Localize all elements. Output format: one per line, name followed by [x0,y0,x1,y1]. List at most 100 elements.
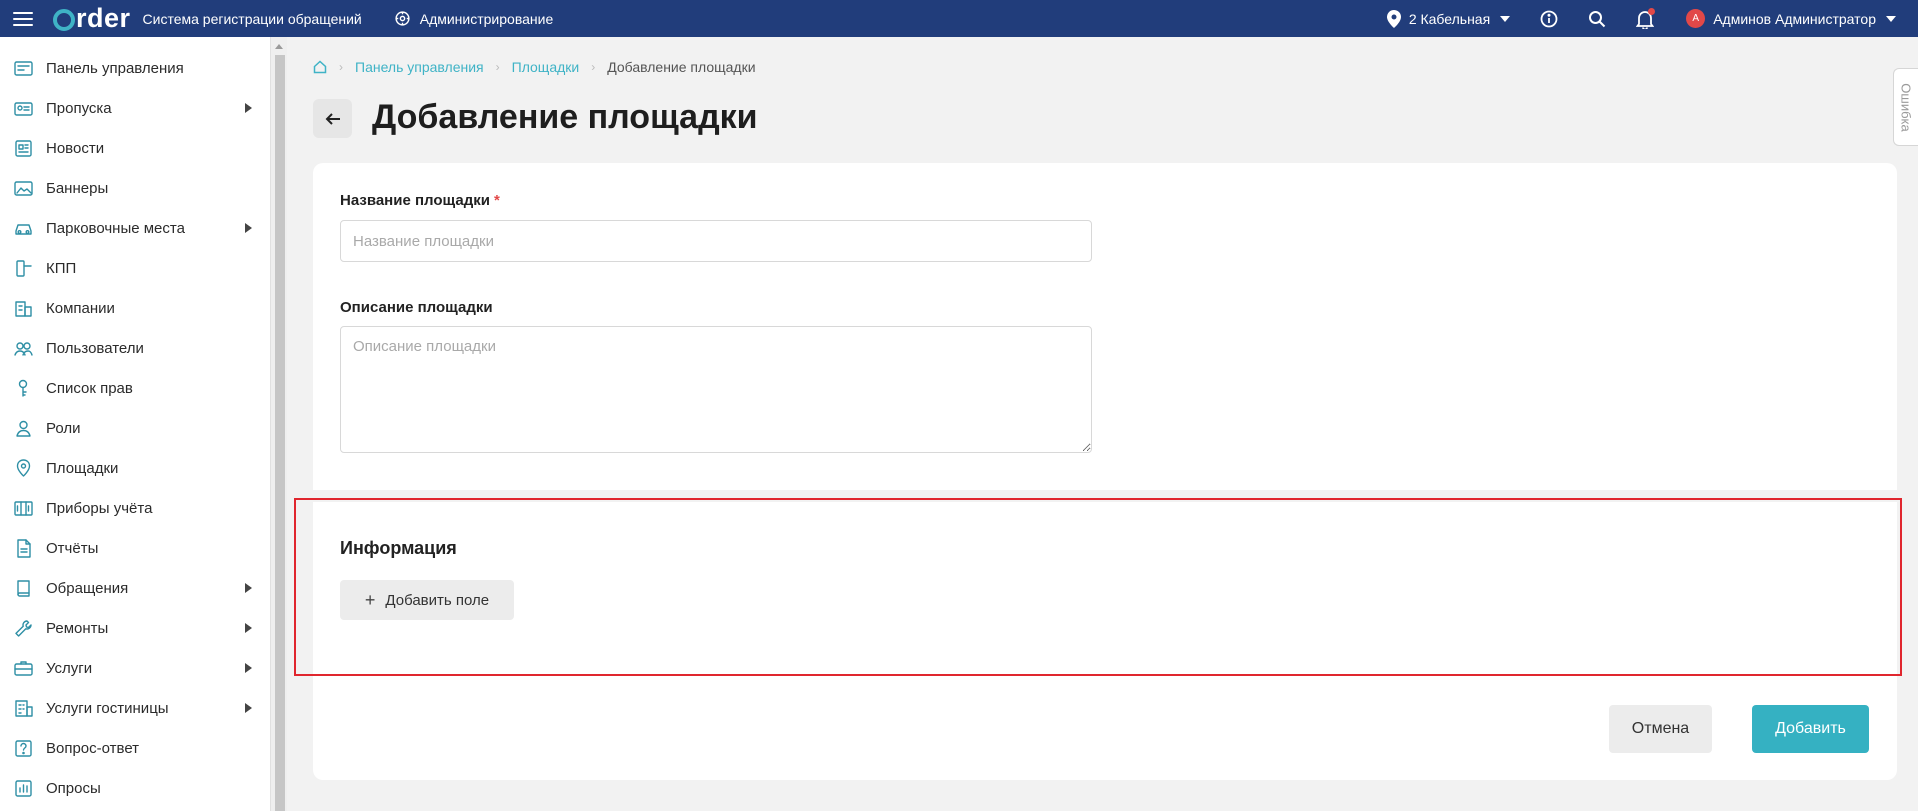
sidebar-item[interactable]: Список прав [0,368,270,408]
sidebar-item[interactable]: Баннеры [0,168,270,208]
image-icon [12,177,34,199]
user-name: Админов Администратор [1713,10,1876,27]
sidebar-item-label: Ремонты [46,619,109,637]
chevron-right-icon [245,623,252,633]
dashboard-icon [12,57,34,79]
sidebar-item[interactable]: Компании [0,288,270,328]
sidebar-item[interactable]: Роли [0,408,270,448]
page-title: Добавление площадки [372,98,758,136]
notification-dot [1648,7,1656,15]
sidebar: Панель управления Пропуска Новости Баннеры П… [0,37,271,811]
sidebar-item-label: Услуги гостиницы [46,699,169,717]
sidebar-item-label: Роли [46,419,81,437]
chevron-down-icon [1500,15,1511,22]
logo-mark [53,8,75,31]
arrow-left-icon [325,112,340,125]
breadcrumb-separator: › [495,60,500,74]
notifications-bell-icon[interactable] [1634,7,1656,30]
breadcrumb-separator: › [339,60,343,74]
location-selector[interactable]: 2 Кабельная [1386,9,1511,28]
sidebar-item-label: Список прав [46,379,133,397]
breadcrumb-link-sites[interactable]: Площадки [512,59,580,75]
breadcrumb: › Панель управления › Площадки › Добавле… [313,59,756,75]
briefcase-icon [12,657,34,679]
scrollbar-thumb[interactable] [275,55,285,811]
sidebar-item[interactable]: Пропуска [0,88,270,128]
logo-text: rder [76,3,131,33]
car-icon [12,217,34,239]
wrench-icon [12,617,34,639]
hotel-icon [12,697,34,719]
section-divider [313,490,1897,502]
location-label: 2 Кабельная [1408,10,1491,27]
sidebar-item[interactable]: Площадки [0,448,270,488]
chevron-down-icon [1886,15,1896,22]
sidebar-item-label: КПП [46,259,77,277]
checkpoint-icon [12,257,34,279]
back-button[interactable] [313,99,352,138]
sidebar-item[interactable]: Панель управления [0,48,270,88]
settings-icon [395,11,410,26]
search-icon[interactable] [1586,8,1608,30]
menu-icon[interactable] [13,11,37,26]
question-icon [12,737,34,759]
scroll-up-arrow-icon[interactable] [275,44,283,49]
user-icon [12,417,34,439]
users-icon [12,337,34,359]
sidebar-item-label: Баннеры [46,179,109,197]
sidebar-item-label: Пользователи [46,339,144,357]
sidebar-item[interactable]: Обращения [0,568,270,608]
avatar: А [1686,9,1706,28]
chevron-right-icon [245,583,252,593]
administration-label: Администрирование [419,10,554,27]
sidebar-item[interactable]: Приборы учёта [0,488,270,528]
site-name-label: Название площадки * [340,192,500,209]
sidebar-item-label: Компании [46,299,115,317]
sidebar-item[interactable]: Парковочные места [0,208,270,248]
sidebar-item[interactable]: Вопрос-ответ [0,728,270,768]
sidebar-item[interactable]: Отчёты [0,528,270,568]
sidebar-item-label: Отчёты [46,539,99,557]
location-pin-icon [1386,9,1401,28]
site-description-textarea[interactable] [340,326,1092,453]
sidebar-item[interactable]: Новости [0,128,270,168]
administration-link[interactable]: Администрирование [394,10,554,27]
document-icon [12,537,34,559]
logo[interactable]: rder [53,3,131,34]
sidebar-item-label: Обращения [46,579,129,597]
info-icon[interactable] [1538,8,1560,30]
sidebar-item-label: Новости [46,139,105,157]
info-section-title: Информация [340,538,457,558]
sidebar-item[interactable]: Ремонты [0,608,270,648]
key-icon [12,377,34,399]
add-field-button[interactable]: + Добавить поле [340,580,514,620]
home-icon[interactable] [313,60,327,74]
chevron-right-icon [245,703,252,713]
breadcrumb-separator: › [591,60,596,74]
user-menu[interactable]: А Админов Администратор [1686,9,1896,28]
building-icon [12,297,34,319]
sidebar-item-label: Опросы [46,779,101,797]
chevron-right-icon [245,103,252,113]
site-description-label: Описание площадки [340,299,493,316]
add-field-label: Добавить поле [385,591,490,609]
chevron-right-icon [245,663,252,673]
sidebar-item[interactable]: Услуги гостиницы [0,688,270,728]
cancel-button[interactable]: Отмена [1609,705,1712,753]
sidebar-item[interactable]: Пользователи [0,328,270,368]
sidebar-item-label: Парковочные места [46,219,185,237]
sidebar-item-label: Пропуска [46,99,112,117]
sidebar-item-label: Вопрос-ответ [46,739,140,757]
site-name-input[interactable] [340,220,1092,262]
sidebar-item[interactable]: Опросы [0,768,270,808]
pass-card-icon [12,97,34,119]
breadcrumb-link-dashboard[interactable]: Панель управления [355,59,484,75]
sidebar-item-label: Услуги [46,659,93,677]
add-button[interactable]: Добавить [1752,705,1869,753]
error-report-tab[interactable]: Ошибка [1893,68,1918,146]
sidebar-item[interactable]: КПП [0,248,270,288]
top-bar: rder Система регистрации обращений Админ… [0,0,1918,37]
news-icon [12,137,34,159]
plus-icon: + [364,589,376,610]
sidebar-item[interactable]: Услуги [0,648,270,688]
